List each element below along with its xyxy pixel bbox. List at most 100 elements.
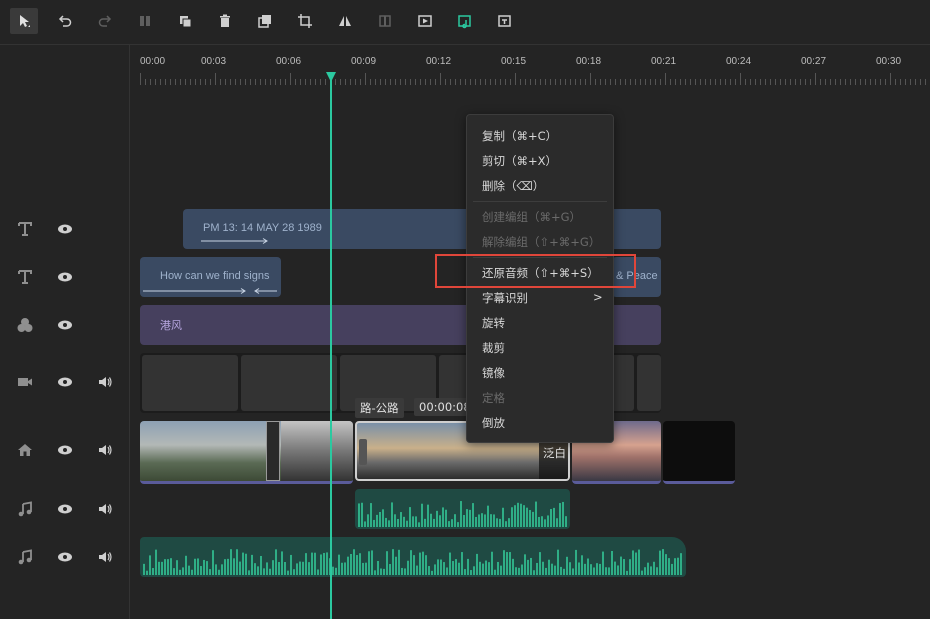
clip-keyframe-arrow (201, 238, 268, 244)
waveform-bar (563, 568, 565, 575)
time-ruler[interactable]: 00:00 00:03 00:06 00:09 00:12 00:15 00:1… (130, 45, 930, 107)
undo-button[interactable] (51, 8, 79, 34)
eye-icon[interactable] (57, 221, 73, 237)
waveform-bar (433, 518, 435, 527)
menu-item-create-group[interactable]: 创建编组（⌘+G） (482, 209, 581, 225)
waveform-bar (361, 502, 363, 527)
ruler-tick (415, 79, 416, 85)
ruler-tick (790, 79, 791, 85)
menu-item-mirror[interactable]: 镜像 (482, 365, 505, 381)
waveform-bar (296, 563, 298, 575)
ruler-tick (875, 79, 876, 85)
waveform-bar (287, 570, 289, 575)
eye-icon[interactable] (57, 442, 73, 458)
eye-icon[interactable] (57, 269, 73, 285)
eye-icon[interactable] (57, 549, 73, 565)
main-clip-1[interactable] (140, 421, 353, 484)
audio-restore-button[interactable] (451, 8, 479, 34)
waveform-bar (553, 507, 555, 527)
transition-marker[interactable] (266, 421, 280, 481)
redo-icon (98, 15, 112, 27)
menu-item-copy[interactable]: 复制（⌘+C） (482, 128, 557, 144)
select-tool-button[interactable] (10, 8, 38, 34)
menu-item-subtitle-recognition[interactable]: 字幕识别 (482, 290, 528, 306)
waveform-bar (463, 515, 465, 527)
menu-item-rotate[interactable]: 旋转 (482, 315, 505, 331)
subtitle-button[interactable] (491, 8, 519, 34)
playhead-line[interactable] (330, 76, 332, 619)
waveform-bar (161, 561, 163, 575)
ruler-tick (270, 79, 271, 85)
ruler-tick (655, 79, 656, 85)
speaker-icon[interactable] (97, 374, 113, 390)
waveform-bar (536, 562, 538, 575)
eye-icon[interactable] (57, 317, 73, 333)
text-clip-2[interactable]: How can we find signs (140, 257, 281, 297)
waveform-bar (550, 509, 552, 527)
waveform-bar (185, 555, 187, 575)
waveform-bar (485, 560, 487, 575)
menu-item-cut[interactable]: 剪切（⌘+X） (482, 153, 557, 169)
waveform-bar (547, 515, 549, 527)
waveform-bar (224, 559, 226, 575)
eye-icon[interactable] (57, 501, 73, 517)
ruler-tick (865, 79, 866, 85)
ruler-tick (575, 79, 576, 85)
play-clip-button[interactable] (411, 8, 439, 34)
speaker-icon[interactable] (97, 501, 113, 517)
audio-clip-2[interactable] (140, 537, 686, 577)
frame-thumb (241, 355, 337, 411)
waveform-bar (308, 562, 310, 575)
menu-item-ungroup[interactable]: 解除编组（⇧+⌘+G） (482, 234, 600, 250)
audio-clip-1[interactable] (355, 489, 570, 529)
waveform-bar (635, 552, 637, 575)
main-clip-4[interactable] (663, 421, 735, 484)
waveform-bar (487, 505, 489, 527)
waveform-bar (418, 522, 420, 527)
menu-item-crop[interactable]: 裁剪 (482, 340, 505, 356)
ruler-tick (685, 79, 686, 85)
delete-button[interactable] (211, 8, 239, 34)
trim-handle-left[interactable] (359, 439, 367, 465)
group-icon (258, 15, 271, 28)
menu-item-freeze[interactable]: 定格 (482, 390, 505, 406)
waveform-bar (451, 519, 453, 527)
menu-item-reverse[interactable]: 倒放 (482, 415, 505, 431)
waveform-bar (452, 561, 454, 575)
ruler-tick (780, 79, 781, 85)
playhead-handle[interactable] (326, 72, 336, 82)
ruler-tick (815, 73, 816, 85)
speaker-icon[interactable] (97, 442, 113, 458)
crop-button[interactable] (291, 8, 319, 34)
waveform-bar (497, 561, 499, 575)
ruler-tick (345, 79, 346, 85)
mirror-button[interactable] (331, 8, 359, 34)
ruler-tick (440, 73, 441, 85)
waveform-bar (419, 552, 421, 575)
subtitle-icon (498, 15, 511, 27)
ruler-tick (630, 79, 631, 85)
waveform-bar (644, 567, 646, 575)
eye-icon[interactable] (57, 374, 73, 390)
copy-button[interactable] (171, 8, 199, 34)
transition-label: 泛白 (543, 446, 566, 460)
waveform-bar (143, 563, 145, 575)
trash-icon (220, 14, 230, 27)
split-button[interactable] (131, 8, 159, 34)
menu-item-delete[interactable]: 删除（⌫） (482, 178, 544, 194)
freeze-button[interactable] (371, 8, 399, 34)
redo-button[interactable] (91, 8, 119, 34)
group-button[interactable] (251, 8, 279, 34)
ruler-tick (680, 79, 681, 85)
ruler-tick (140, 73, 141, 85)
speaker-icon[interactable] (97, 549, 113, 565)
waveform-bar (443, 562, 445, 575)
waveform-bar (680, 553, 682, 575)
ruler-tick (320, 79, 321, 85)
waveform-bar (629, 559, 631, 575)
waveform-bar (364, 521, 366, 527)
waveform-bar (476, 553, 478, 575)
ruler-tick (205, 79, 206, 85)
ruler-tick (705, 79, 706, 85)
waveform-bar (424, 518, 426, 527)
